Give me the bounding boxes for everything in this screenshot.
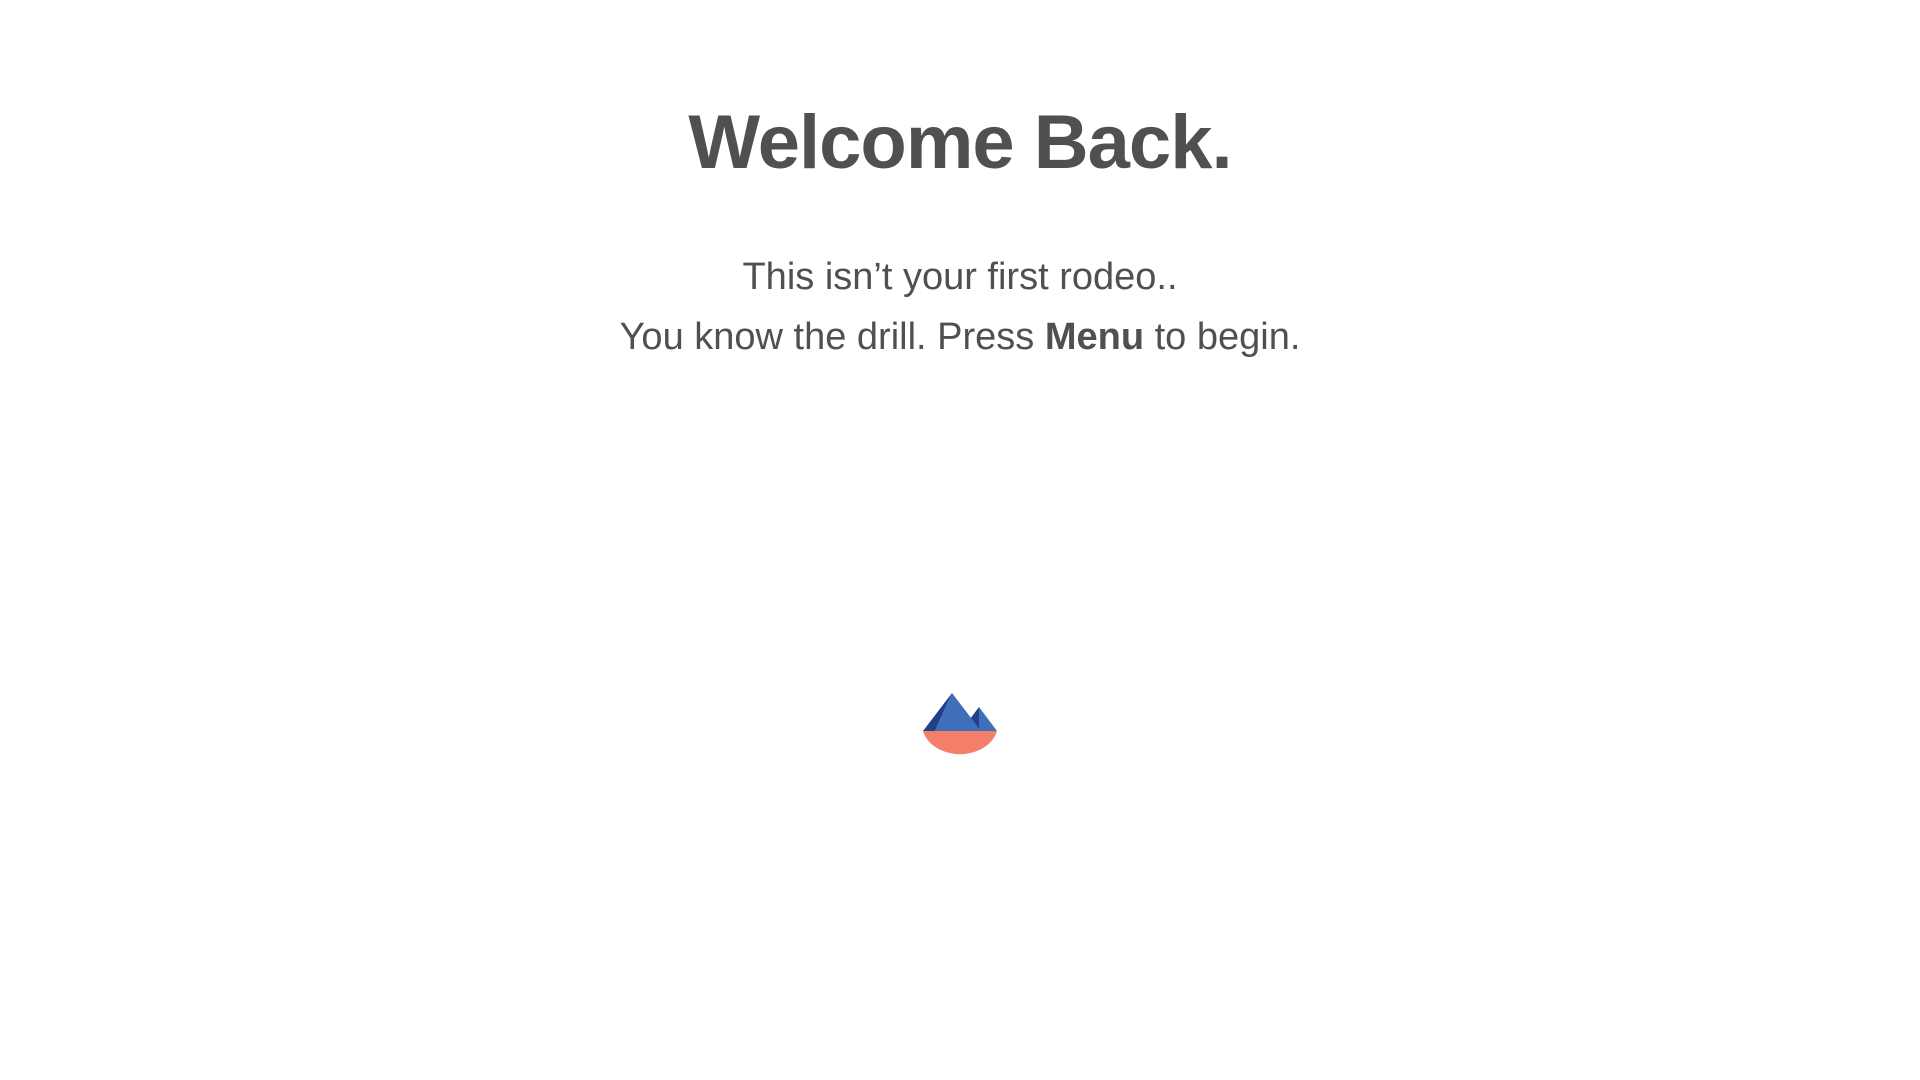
page-title: Welcome Back. <box>688 100 1232 185</box>
subtitle-text: to begin. <box>1144 316 1301 358</box>
small-peak <box>979 707 997 731</box>
subtitle-line-1: This isn’t your first rodeo.. <box>742 256 1178 298</box>
menu-keyword: Menu <box>1044 316 1145 358</box>
subtitle-line-2: You know the drill. Press Menu to begin. <box>0 314 1920 360</box>
subtitle-text: You know the drill. Press <box>619 316 1045 358</box>
water-shape <box>923 731 997 755</box>
mountain-lake-logo-icon <box>923 693 997 755</box>
